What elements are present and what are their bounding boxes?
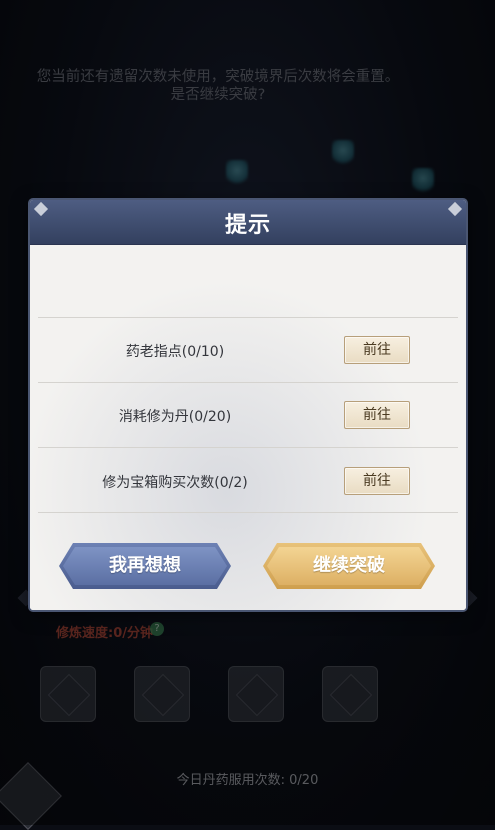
- reconsider-button[interactable]: 我再想想: [59, 543, 231, 589]
- divider: [38, 317, 458, 318]
- go-button-yaolao[interactable]: 前往: [344, 336, 410, 364]
- message-line: 您当前还有遗留次数未使用，突破境界后次数将会重置。: [36, 69, 400, 85]
- continue-breakthrough-label: 继续突破: [313, 555, 385, 576]
- divider: [38, 512, 458, 513]
- go-button-treasure-chest[interactable]: 前往: [344, 467, 410, 495]
- message-line: 是否继续突破?: [170, 87, 266, 103]
- divider: [38, 382, 458, 383]
- task-label-treasure-chest: 修为宝箱购买次数(0/2): [102, 475, 248, 491]
- dialog-header: 提示: [30, 200, 466, 245]
- task-label-yaolao: 药老指点(0/10): [125, 344, 225, 360]
- task-label-cultivation-pill: 消耗修为丹(0/20): [118, 409, 232, 425]
- dialog-title: 提示: [224, 213, 271, 238]
- go-button-cultivation-pill[interactable]: 前往: [344, 401, 410, 429]
- continue-breakthrough-button[interactable]: 继续突破: [263, 543, 435, 589]
- dialog-message: 您当前还有遗留次数未使用，突破境界后次数将会重置。 是否继续突破?: [6, 68, 430, 104]
- reconsider-label: 我再想想: [109, 555, 181, 576]
- divider: [38, 447, 458, 448]
